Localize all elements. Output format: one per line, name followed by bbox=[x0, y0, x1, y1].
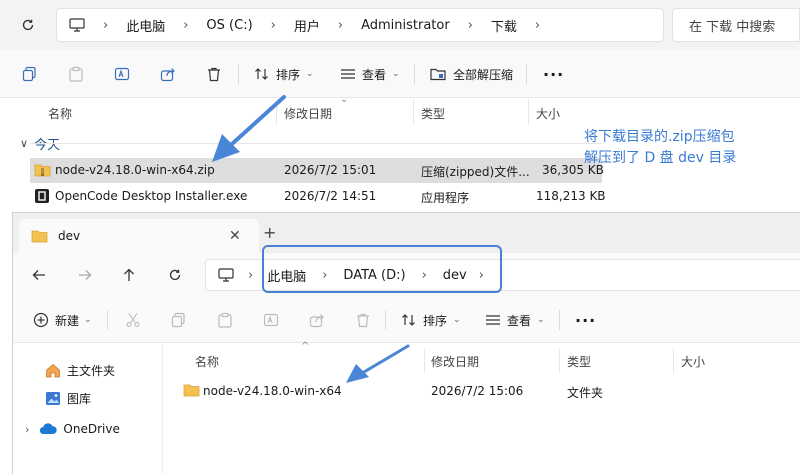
arrow-to-zip bbox=[212, 95, 286, 162]
annotation-arrows bbox=[212, 95, 410, 383]
arrow-to-folder bbox=[346, 344, 410, 383]
